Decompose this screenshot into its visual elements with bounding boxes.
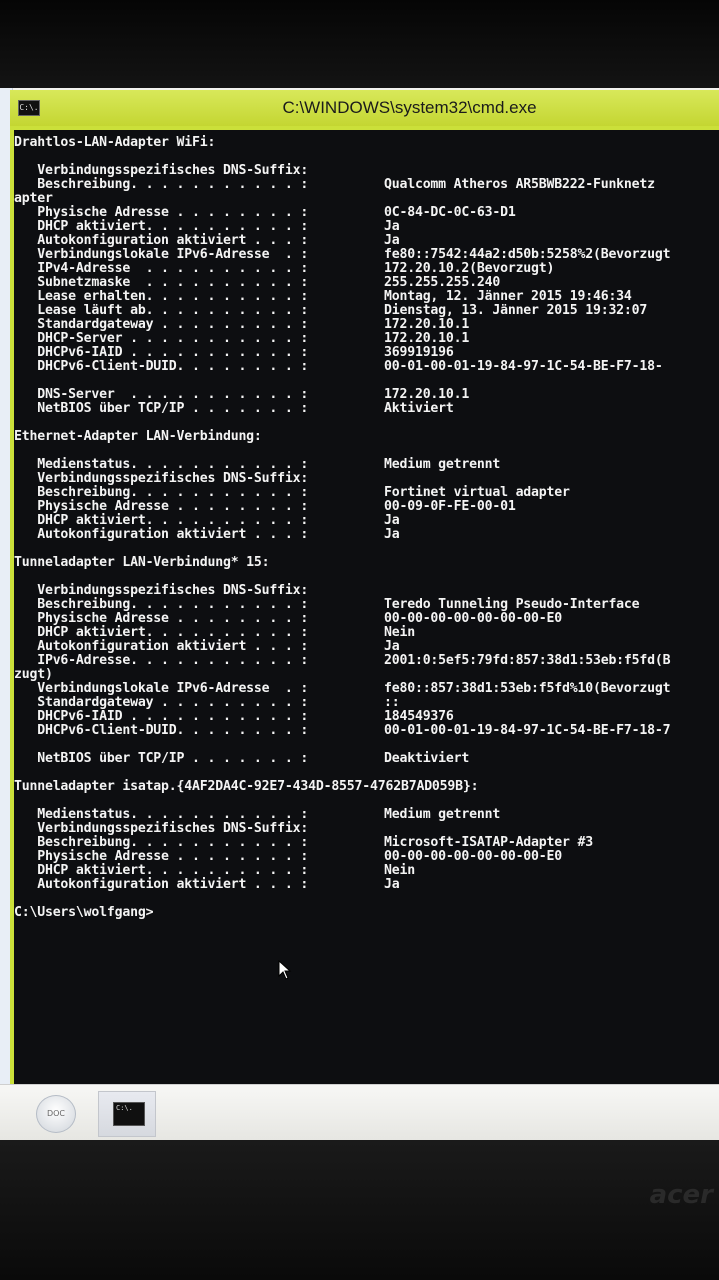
console-line-label: Standardgateway . . . . . . . . . :: [14, 317, 309, 332]
console-line-label: DHCP aktiviert. . . . . . . . . . :: [14, 219, 309, 234]
console-line-value: 172.20.10.1: [384, 317, 470, 332]
console-line-label: DHCPv6-Client-DUID. . . . . . . . :: [14, 359, 309, 374]
console-line-value: Deaktiviert: [384, 751, 470, 766]
console-line-value: Ja: [384, 219, 400, 234]
console-line-value: 369919196: [384, 345, 454, 360]
console-line-label: DHCP aktiviert. . . . . . . . . . :: [14, 625, 309, 640]
console-line-value: 00-00-00-00-00-00-00-E0: [384, 849, 563, 864]
console-line-value: Aktiviert: [384, 401, 454, 416]
console-line-label: Standardgateway . . . . . . . . . :: [14, 695, 309, 710]
console-line-value: 2001:0:5ef5:79fd:857:38d1:53eb:f5fd(B: [384, 653, 671, 668]
console-line-value: 172.20.10.1: [384, 387, 470, 402]
taskbar: DOC C:\.: [0, 1084, 719, 1140]
console-line-label: Autokonfiguration aktiviert . . . :: [14, 877, 309, 892]
console-line-value: fe80::857:38d1:53eb:f5fd%10(Bevorzugt: [384, 681, 671, 696]
mouse-pointer-icon: [278, 960, 292, 980]
console-line-label: Physische Adresse . . . . . . . . :: [14, 849, 309, 864]
console-line-value: Teredo Tunneling Pseudo-Interface: [384, 597, 640, 612]
console-line-label: Beschreibung. . . . . . . . . . . :: [14, 177, 309, 192]
console-line-value: Medium getrennt: [384, 807, 501, 822]
console-line-label: Lease läuft ab. . . . . . . . . . :: [14, 303, 309, 318]
console-line-label: DNS-Server . . . . . . . . . . . :: [14, 387, 309, 402]
screen: C:\. C:\WINDOWS\system32\cmd.exe Drahtlo…: [0, 88, 719, 1140]
taskbar-doc-button[interactable]: DOC: [36, 1095, 76, 1133]
console-line-value: Ja: [384, 233, 400, 248]
console-line-label: Tunneladapter LAN-Verbindung* 15:: [14, 555, 270, 570]
console-line-label: Verbindungsspezifisches DNS-Suffix:: [14, 821, 309, 836]
brand-logo: acer: [649, 1180, 713, 1210]
console-line-label: DHCPv6-Client-DUID. . . . . . . . :: [14, 723, 309, 738]
console-line-value: Ja: [384, 877, 400, 892]
console-line-label: Autokonfiguration aktiviert . . . :: [14, 639, 309, 654]
console-line-value: Dienstag, 13. Jänner 2015 19:32:07: [384, 303, 648, 318]
console-line-value: fe80::7542:44a2:d50b:5258%2(Bevorzugt: [384, 247, 671, 262]
console-line-value: Medium getrennt: [384, 457, 501, 472]
console-line-label: Tunneladapter isatap.{4AF2DA4C-92E7-434D…: [14, 779, 479, 794]
console-line-label: Beschreibung. . . . . . . . . . . :: [14, 485, 309, 500]
console-line-value: 00-01-00-01-19-84-97-1C-54-BE-F7-18-: [384, 359, 663, 374]
cmd-icon: C:\.: [113, 1102, 145, 1126]
console-line-label: NetBIOS über TCP/IP . . . . . . . :: [14, 401, 309, 416]
console-line-label: Medienstatus. . . . . . . . . . . :: [14, 807, 309, 822]
console-line-label: Beschreibung. . . . . . . . . . . :: [14, 835, 309, 850]
console-line-label: Drahtlos-LAN-Adapter WiFi:: [14, 135, 216, 150]
console-line-value: 0C-84-DC-0C-63-D1: [384, 205, 516, 220]
console-line-value: 00-00-00-00-00-00-00-E0: [384, 611, 563, 626]
console-line-label: Verbindungslokale IPv6-Adresse . :: [14, 681, 309, 696]
console-line-value: 184549376: [384, 709, 454, 724]
console-line-label: IPv4-Adresse . . . . . . . . . . :: [14, 261, 309, 276]
console-line-label: Verbindungsspezifisches DNS-Suffix:: [14, 471, 309, 486]
monitor-bezel-top: [0, 0, 719, 92]
console-line-label: NetBIOS über TCP/IP . . . . . . . :: [14, 751, 309, 766]
console-line-label: C:\Users\wolfgang>: [14, 905, 154, 920]
console-line-label: DHCP aktiviert. . . . . . . . . . :: [14, 513, 309, 528]
console-line-label: Physische Adresse . . . . . . . . :: [14, 205, 309, 220]
console-output[interactable]: Drahtlos-LAN-Adapter WiFi: Verbindungssp…: [14, 130, 719, 1084]
console-line-label: Beschreibung. . . . . . . . . . . :: [14, 597, 309, 612]
console-line-value: 00-09-0F-FE-00-01: [384, 499, 516, 514]
console-line-value: 00-01-00-01-19-84-97-1C-54-BE-F7-18-7: [384, 723, 671, 738]
console-line-label: Physische Adresse . . . . . . . . :: [14, 611, 309, 626]
console-line-label: Ethernet-Adapter LAN-Verbindung:: [14, 429, 262, 444]
console-line-label: Verbindungsspezifisches DNS-Suffix:: [14, 163, 309, 178]
console-line-value: Nein: [384, 863, 415, 878]
window-titlebar[interactable]: C:\. C:\WINDOWS\system32\cmd.exe: [10, 90, 719, 126]
console-line-value: Nein: [384, 625, 415, 640]
console-line-value: Ja: [384, 639, 400, 654]
console-line-label: DHCP aktiviert. . . . . . . . . . :: [14, 863, 309, 878]
console-line-value: Montag, 12. Jänner 2015 19:46:34: [384, 289, 632, 304]
console-line-label: Verbindungslokale IPv6-Adresse . :: [14, 247, 309, 262]
monitor-bezel-bottom: [0, 1140, 719, 1280]
console-line-label: DHCPv6-IAID . . . . . . . . . . . :: [14, 345, 309, 360]
console-line-value: Ja: [384, 527, 400, 542]
window-title: C:\WINDOWS\system32\cmd.exe: [282, 98, 537, 117]
console-line-label: DHCPv6-IAID . . . . . . . . . . . :: [14, 709, 309, 724]
console-line-label: Subnetzmaske . . . . . . . . . . :: [14, 275, 309, 290]
console-line-value: Microsoft-ISATAP-Adapter #3: [384, 835, 593, 850]
console-line-label: Medienstatus. . . . . . . . . . . :: [14, 457, 309, 472]
console-line-value: 172.20.10.2(Bevorzugt): [384, 261, 555, 276]
console-line-label: apter: [14, 191, 53, 206]
console-line-label: Autokonfiguration aktiviert . . . :: [14, 233, 309, 248]
console-line-value: Fortinet virtual adapter: [384, 485, 570, 500]
console-line-label: DHCP-Server . . . . . . . . . . . :: [14, 331, 309, 346]
console-line-label: Autokonfiguration aktiviert . . . :: [14, 527, 309, 542]
console-line-label: Verbindungsspezifisches DNS-Suffix:: [14, 583, 309, 598]
console-line-label: Lease erhalten. . . . . . . . . . :: [14, 289, 309, 304]
console-line-value: Qualcomm Atheros AR5BWB222-Funknetz: [384, 177, 655, 192]
console-line-value: 172.20.10.1: [384, 331, 470, 346]
console-line-label: zugt): [14, 667, 53, 682]
console-line-value: ::: [384, 695, 400, 710]
console-line-value: 255.255.255.240: [384, 275, 501, 290]
cmd-window[interactable]: C:\. C:\WINDOWS\system32\cmd.exe Drahtlo…: [10, 90, 719, 1084]
console-line-label: IPv6-Adresse. . . . . . . . . . . :: [14, 653, 309, 668]
console-line-label: Physische Adresse . . . . . . . . :: [14, 499, 309, 514]
console-line-value: Ja: [384, 513, 400, 528]
taskbar-cmd-button[interactable]: C:\.: [98, 1091, 156, 1137]
